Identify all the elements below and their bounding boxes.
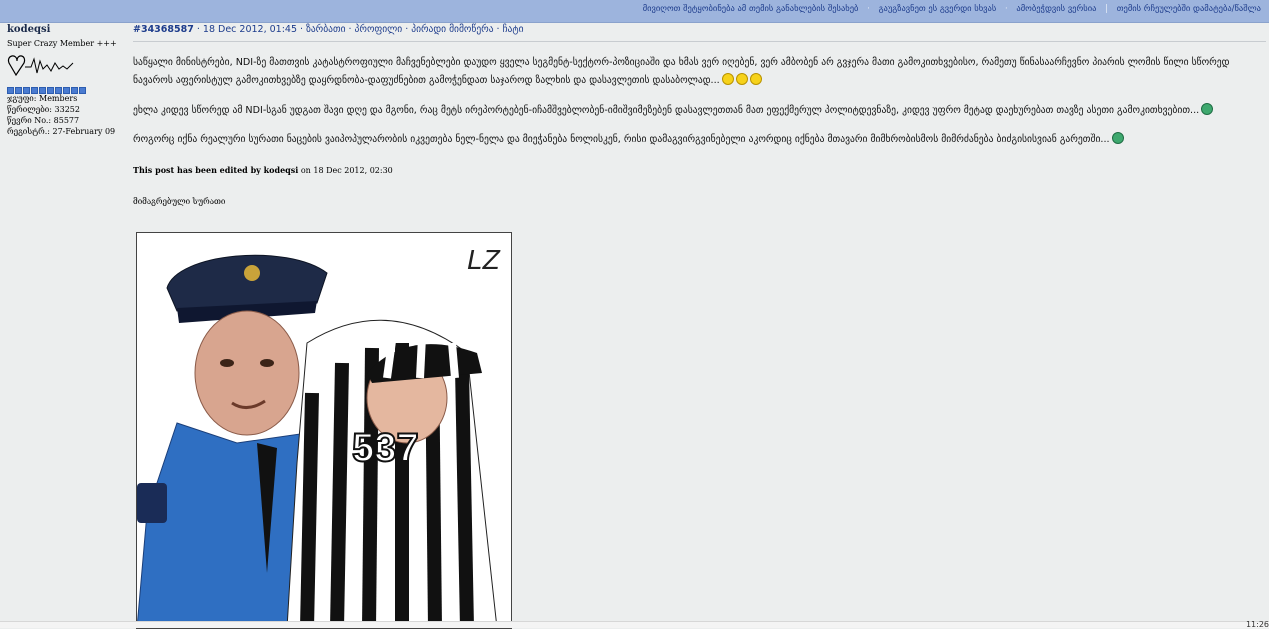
post-paragraph-1: საწყალი მინისტრები, NDI-ზე მათთვის კატას…: [133, 57, 1230, 86]
laugh-emoticon-icon: [735, 73, 748, 85]
edit-note: This post has been edited by kodeqsi on …: [133, 165, 393, 175]
user-rank: Super Crazy Member +++: [7, 39, 117, 48]
favorite-toggle-link[interactable]: თემის რჩეულებში დამატება/წაშლა: [1117, 4, 1261, 14]
post-date: · 18 Dec 2012, 01:45 ·: [196, 24, 304, 35]
user-panel: kodeqsi Super Crazy Member +++ ჯგუფი: Me…: [7, 24, 125, 137]
smile-emoticon-icon: [1201, 103, 1214, 115]
separator: ·: [867, 4, 870, 14]
edit-user: kodeqsi: [263, 165, 299, 175]
image-logo: LZ: [467, 244, 501, 275]
separator: ·: [1004, 4, 1008, 14]
separator: |: [1105, 4, 1108, 14]
post-actions[interactable]: ზარბათი · პროფილი · პირადი მიმოწერა · ჩა…: [306, 24, 523, 35]
send-page-link[interactable]: გაუგზავნეთ ეს გვერდი სხვას: [879, 4, 997, 14]
prisoner-number: 537: [352, 426, 419, 470]
user-number: წევრი No.: 85577: [7, 116, 80, 125]
print-version-link[interactable]: ამობეჭდვის ვერსია: [1016, 4, 1096, 14]
post-paragraph-3: როგორც იქნა რეალური სურათი ნაცების ვაიპო…: [133, 131, 1266, 149]
user-posts: წერილები: 33252: [7, 105, 80, 114]
laugh-emoticon-icon: [749, 73, 762, 85]
topic-actions: მივიღოთ შეტყობინება ამ თემის განახლების …: [643, 4, 1261, 14]
signature-image: [7, 51, 125, 82]
smile-emoticon-icon: [1111, 132, 1124, 144]
rating-pips: [7, 86, 125, 94]
user-group: ჯგუფი: Members: [7, 94, 78, 103]
laugh-emoticon-icon: [721, 73, 734, 85]
clock: 11:26: [1245, 620, 1269, 629]
post-id-link[interactable]: #34368587: [133, 24, 194, 35]
subscribe-link[interactable]: მივიღოთ შეტყობინება ამ თემის განახლების …: [643, 4, 859, 14]
post: #34368587 · 18 Dec 2012, 01:45 · ზარბათი…: [133, 24, 1266, 206]
attached-image[interactable]: LZ 537: [136, 232, 512, 629]
post-paragraph-2: ეხლა კიდევ სწორედ ამ NDI-სგან უდგათ შავი…: [133, 102, 1266, 120]
attached-image-label: მიმაგრებული სურათი: [133, 197, 226, 206]
top-toolbar: მივიღოთ შეტყობინება ამ თემის განახლების …: [0, 0, 1269, 23]
username[interactable]: kodeqsi: [7, 24, 125, 35]
post-header: #34368587 · 18 Dec 2012, 01:45 · ზარბათი…: [133, 24, 1266, 42]
user-registered: რეგისტრ.: 27-February 09: [7, 127, 116, 136]
